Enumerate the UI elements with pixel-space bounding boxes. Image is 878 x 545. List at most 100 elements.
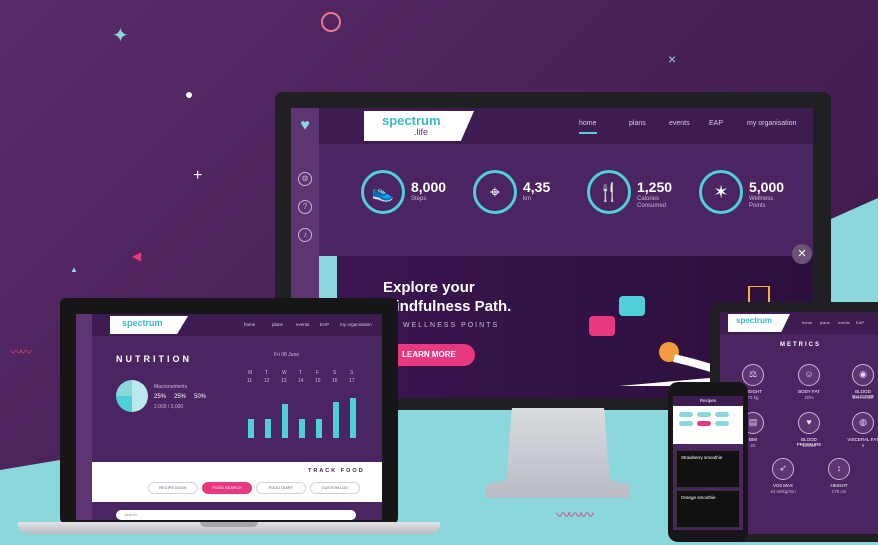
logo-name: spectrum	[382, 113, 441, 128]
metric-value: 178 cm	[831, 489, 847, 494]
day-label: T	[299, 370, 303, 376]
shoe-icon: 👟	[361, 170, 405, 214]
calories-label: Calories Consumed	[637, 196, 667, 209]
star-decoration: ✦	[112, 25, 129, 47]
visceral-fat-icon[interactable]: ◍	[852, 412, 874, 434]
squiggle-bottom-decoration: 〰〰〰	[556, 507, 594, 523]
desktop-header: spectrum .life home plans events EAP my …	[319, 108, 813, 144]
day-label: S	[333, 370, 337, 376]
day-bar	[316, 419, 322, 438]
week-label: Fri 08 June	[274, 352, 300, 358]
food-search-input[interactable]: Search	[116, 510, 356, 520]
date-label: 11	[247, 378, 253, 384]
laptop-notch	[200, 522, 258, 527]
nav-eap-tablet[interactable]: EAP	[856, 320, 864, 325]
nav-plans-laptop[interactable]: plans	[272, 322, 283, 327]
heart-icon[interactable]: ♥	[798, 412, 820, 434]
logo-name-tablet: spectrum	[736, 316, 773, 325]
day-bar	[248, 419, 254, 438]
glucose-icon[interactable]: ◉	[852, 364, 874, 386]
nav-org-laptop[interactable]: my organisation	[340, 322, 372, 327]
day-label: F	[316, 370, 320, 376]
nav-plans[interactable]: plans	[629, 120, 646, 127]
track-food-title: TRACK FOOD	[308, 468, 365, 474]
day-label: T	[265, 370, 269, 376]
metric-value: 5.6 mmol/l	[852, 395, 874, 400]
banner-subtitle: WELLNESS POINTS	[403, 322, 500, 329]
steps-label: Steps	[411, 196, 427, 202]
dot-decoration	[186, 92, 192, 98]
metric-value: 20%	[804, 395, 814, 400]
height-icon[interactable]: ↕	[828, 458, 850, 480]
steps-value: 8,000	[411, 179, 447, 195]
metric-label: HEIGHT	[830, 483, 848, 488]
nav-events[interactable]: events	[669, 120, 690, 127]
nav-events-tablet[interactable]: events	[838, 320, 850, 325]
circle-decoration	[321, 12, 341, 32]
nav-home-laptop[interactable]: home	[244, 322, 255, 327]
x-decoration: ×	[668, 51, 677, 67]
body-icon[interactable]: ☺	[798, 364, 820, 386]
bell-icon[interactable]: ♪	[298, 228, 312, 242]
nutrition-title: NUTRITION	[116, 354, 192, 364]
triangle-small-decoration: ▲	[70, 265, 78, 274]
metric-value: 120/80	[802, 443, 816, 448]
filter-pill[interactable]	[715, 412, 729, 417]
day-label: W	[282, 370, 287, 376]
custom-log-button[interactable]: CUSTOM LOG	[310, 482, 360, 494]
nav-eap[interactable]: EAP	[709, 120, 723, 127]
day-bar	[265, 419, 271, 438]
distance-label: km	[523, 196, 531, 202]
logo-name-laptop: spectrum	[122, 318, 163, 328]
star-burst-icon: ✶	[699, 170, 743, 214]
nav-home-tablet[interactable]: home	[802, 320, 812, 325]
laptop: spectrum home plans events EAP my organi…	[60, 298, 398, 524]
filter-pill[interactable]	[697, 412, 711, 417]
scale-icon[interactable]: ⚖	[742, 364, 764, 386]
recipe-card-title: Orange smoothie	[681, 495, 716, 500]
nav-my-organisation[interactable]: my organisation	[747, 120, 796, 127]
day-bar	[282, 404, 288, 438]
nav-plans-tablet[interactable]: plans	[820, 320, 830, 325]
metric-label: VO2 MAX	[772, 483, 793, 488]
close-icon[interactable]: ✕	[792, 244, 812, 264]
nav-home[interactable]: home	[579, 120, 597, 134]
phone-screen: Recipes Strawberry smoothie Orange smoot…	[673, 396, 743, 530]
food-search-button[interactable]: FOOD SEARCH	[202, 482, 252, 494]
spectrum-logo-tablet[interactable]: spectrum	[728, 314, 790, 332]
plus-decoration: +	[193, 167, 203, 184]
filter-pill[interactable]	[679, 421, 693, 426]
filter-pill[interactable]	[715, 421, 729, 426]
laptop-screen: spectrum home plans events EAP my organi…	[76, 314, 382, 520]
nav-events-laptop[interactable]: events	[296, 322, 309, 327]
runner-icon[interactable]: ➶	[772, 458, 794, 480]
nav-eap-laptop[interactable]: EAP	[320, 322, 329, 327]
filter-pill-active[interactable]	[697, 421, 711, 426]
help-icon[interactable]: ?	[298, 200, 312, 214]
points-label: Wellness Points	[749, 196, 774, 209]
date-label: 16	[332, 378, 338, 384]
date-label: 17	[349, 378, 355, 384]
weekly-bar-chart	[246, 396, 366, 438]
recipe-card[interactable]: Strawberry smoothie	[676, 450, 740, 488]
metric-label: BODY FAT	[798, 389, 820, 394]
recipe-book-button[interactable]: RECIPE BOOK	[148, 482, 198, 494]
day-bar	[333, 402, 339, 438]
recipe-card[interactable]: Orange smoothie	[676, 490, 740, 528]
spectrum-logo-laptop[interactable]: spectrum	[110, 316, 188, 334]
triangle-decoration: ◀	[132, 249, 142, 263]
phone-header: Recipes	[673, 396, 743, 406]
recipe-filters	[673, 406, 743, 444]
gear-icon[interactable]: ⚙	[298, 172, 312, 186]
date-label: 13	[281, 378, 287, 384]
recipe-card-title: Strawberry smoothie	[681, 455, 723, 460]
phone: Recipes Strawberry smoothie Orange smoot…	[668, 382, 748, 542]
heart-logo-icon[interactable]: ♥	[291, 108, 319, 144]
filter-pill[interactable]	[679, 412, 693, 417]
metric-value: 6	[861, 443, 865, 448]
food-diary-button[interactable]: FOOD DIARY	[256, 482, 306, 494]
points-value: 5,000	[749, 179, 785, 195]
laptop-header: spectrum home plans events EAP my organi…	[92, 314, 382, 336]
spectrum-logo[interactable]: spectrum .life	[364, 111, 474, 141]
macro-fat: 50%	[194, 394, 207, 400]
